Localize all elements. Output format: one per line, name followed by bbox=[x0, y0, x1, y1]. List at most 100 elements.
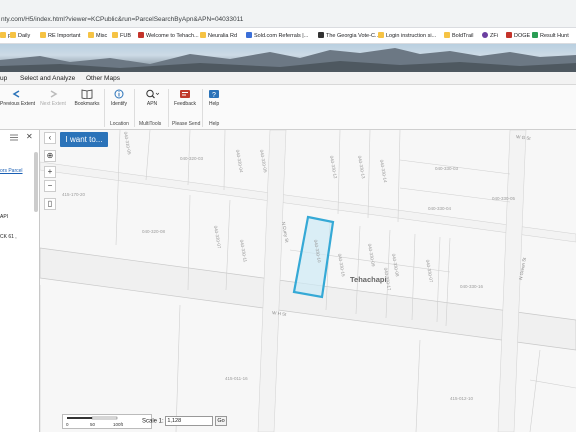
bookmark-item[interactable]: Neuralia Rd bbox=[200, 31, 237, 41]
help-label: Help bbox=[208, 101, 220, 107]
ribbon-separator bbox=[168, 89, 169, 127]
feedback-button[interactable]: Feedback bbox=[170, 89, 200, 107]
parcel-label: 040-330-13 bbox=[357, 155, 366, 179]
menu-tab-other-maps[interactable]: Other Maps bbox=[86, 74, 120, 84]
identify-icon bbox=[114, 89, 124, 99]
parcel-label: 040-330-15 bbox=[337, 253, 346, 277]
zoom-in-button[interactable]: + bbox=[44, 166, 56, 178]
bookmark-label: RE Important bbox=[48, 33, 81, 39]
ribbon-separator bbox=[134, 89, 135, 127]
site-favicon-icon bbox=[482, 32, 488, 38]
folder-icon bbox=[0, 32, 6, 38]
screen: nty.com/H5/index.html?viewer=KCPublic&ru… bbox=[0, 0, 576, 432]
bookmark-item[interactable]: RE Important bbox=[40, 31, 80, 41]
bookmark-item[interactable]: Misc bbox=[88, 31, 107, 41]
bookmark-label: The Georgia Vote-C... bbox=[326, 33, 380, 39]
bookmark-item[interactable]: FUB bbox=[112, 31, 131, 41]
folder-icon bbox=[40, 32, 46, 38]
site-favicon-icon bbox=[506, 32, 512, 38]
bookmark-item[interactable]: BoldTrail bbox=[444, 31, 474, 41]
apn-search-button[interactable]: APN bbox=[138, 89, 166, 107]
bookmark-label: Welcome to Tehach... bbox=[146, 33, 199, 39]
menu-bar: up Select and Analyze Other Maps bbox=[0, 72, 576, 85]
parcel-link[interactable]: ors Parcel bbox=[0, 168, 23, 174]
collapse-panel-button[interactable]: ‹ bbox=[44, 132, 56, 144]
bookmark-item[interactable]: DOGE bbox=[506, 31, 530, 41]
svg-text:?: ? bbox=[212, 92, 216, 99]
street-label-n-curry-st: N Curry St bbox=[281, 221, 290, 243]
next-extent-label: Next Extent bbox=[40, 101, 66, 107]
folder-icon bbox=[200, 32, 206, 38]
scale-input[interactable]: 1,128 bbox=[165, 416, 214, 426]
scale-tick-100: 100ft bbox=[113, 422, 124, 427]
site-favicon-icon bbox=[246, 32, 252, 38]
bookmark-label: DOGE bbox=[514, 33, 531, 39]
menu-tab-select-analyze[interactable]: Select and Analyze bbox=[20, 74, 75, 84]
bookmarks-button[interactable]: Bookmarks bbox=[72, 89, 102, 107]
place-label-tehachapi: Tehachapi bbox=[350, 275, 387, 284]
bookmark-item[interactable]: The Georgia Vote-C... bbox=[318, 31, 380, 41]
bookmark-item[interactable]: ZFi bbox=[482, 31, 498, 41]
folder-icon bbox=[10, 32, 16, 38]
scale-bar: 0 50 100ft bbox=[62, 414, 152, 429]
bookmark-label: ZFi bbox=[490, 33, 498, 39]
parcel-label: 040-330-16 bbox=[460, 284, 484, 289]
next-extent-icon bbox=[50, 90, 58, 98]
previous-extent-button[interactable]: Previous Extent bbox=[0, 89, 36, 107]
parcel-label: 040-330-14 bbox=[379, 159, 388, 183]
identify-button[interactable]: Identify bbox=[106, 89, 132, 107]
folder-icon bbox=[112, 32, 118, 38]
parcel-label: 040-330-08 bbox=[391, 253, 400, 277]
panel-text-api: API bbox=[0, 214, 9, 220]
map-view[interactable]: 040-310-05 040-320-03 040-320-04 040-320-05… bbox=[40, 130, 576, 432]
locate-icon[interactable]: ⊕ bbox=[44, 150, 56, 162]
bookmark-label: Misc bbox=[96, 33, 108, 39]
toolbar-ribbon: Previous Extent Next Extent Bookmarks Id… bbox=[0, 85, 576, 130]
scale-go-button[interactable]: Go bbox=[215, 416, 228, 426]
bookmark-item[interactable]: Daily bbox=[10, 31, 30, 41]
book-icon bbox=[81, 89, 93, 99]
help-icon: ? bbox=[209, 90, 219, 99]
bookmark-item[interactable]: Welcome to Tehach... bbox=[138, 31, 199, 41]
bookmark-item[interactable]: Result Hunt bbox=[532, 31, 569, 41]
bookmark-item[interactable]: Sold.com Referrals |... bbox=[246, 31, 308, 41]
next-extent-button[interactable]: Next Extent bbox=[38, 89, 68, 107]
parcel-map: 040-310-05 040-320-03 040-320-04 040-320-05… bbox=[40, 130, 576, 432]
road-n-green-st bbox=[497, 130, 527, 432]
previous-extent-label: Previous Extent bbox=[0, 101, 36, 107]
list-icon[interactable] bbox=[10, 134, 18, 141]
parcel-label: 415-012-10 bbox=[450, 396, 474, 401]
parcel-label: 040-330-11 bbox=[239, 239, 248, 263]
bookmark-item[interactable]: Login instruction si... bbox=[378, 31, 436, 41]
close-icon[interactable]: ✕ bbox=[26, 132, 33, 141]
feedback-icon bbox=[180, 90, 190, 98]
ribbon-group-help: Help bbox=[209, 121, 220, 127]
site-favicon-icon bbox=[318, 32, 324, 38]
parcel-label: 415-170-20 bbox=[62, 192, 86, 197]
parcel-label: 040-310-05 bbox=[123, 131, 132, 155]
zoom-out-button[interactable]: − bbox=[44, 180, 56, 192]
folder-icon bbox=[378, 32, 384, 38]
ribbon-separator bbox=[202, 89, 203, 127]
ribbon-group-please-send: Please Send bbox=[172, 121, 201, 127]
ribbon-separator bbox=[104, 89, 105, 127]
menu-tab-setup[interactable]: up bbox=[0, 74, 7, 84]
parcel-label: 040-320-05 bbox=[259, 149, 268, 173]
site-favicon-icon bbox=[532, 32, 538, 38]
header-banner bbox=[0, 44, 576, 72]
address-bar[interactable]: nty.com/H5/index.html?viewer=KCPublic&ru… bbox=[0, 12, 576, 28]
help-button[interactable]: ? Help bbox=[204, 89, 224, 107]
map-book-icon[interactable]: ▯ bbox=[44, 198, 56, 210]
bookmark-label: Neuralia Rd bbox=[208, 33, 238, 39]
bookmark-label: Daily bbox=[18, 33, 31, 39]
scale-tick-50: 50 bbox=[90, 422, 96, 427]
site-favicon-icon bbox=[138, 32, 144, 38]
bookmark-label: Result Hunt bbox=[540, 33, 569, 39]
bookmark-label: FUB bbox=[120, 33, 131, 39]
previous-extent-icon bbox=[12, 90, 20, 98]
parcel-label: 040-330-07 bbox=[425, 259, 434, 283]
panel-scrollbar[interactable] bbox=[34, 152, 38, 212]
parcel-label: 040-320-08 bbox=[142, 229, 166, 234]
bookmark-label: BoldTrail bbox=[452, 33, 474, 39]
i-want-to-button[interactable]: I want to... bbox=[60, 132, 108, 147]
